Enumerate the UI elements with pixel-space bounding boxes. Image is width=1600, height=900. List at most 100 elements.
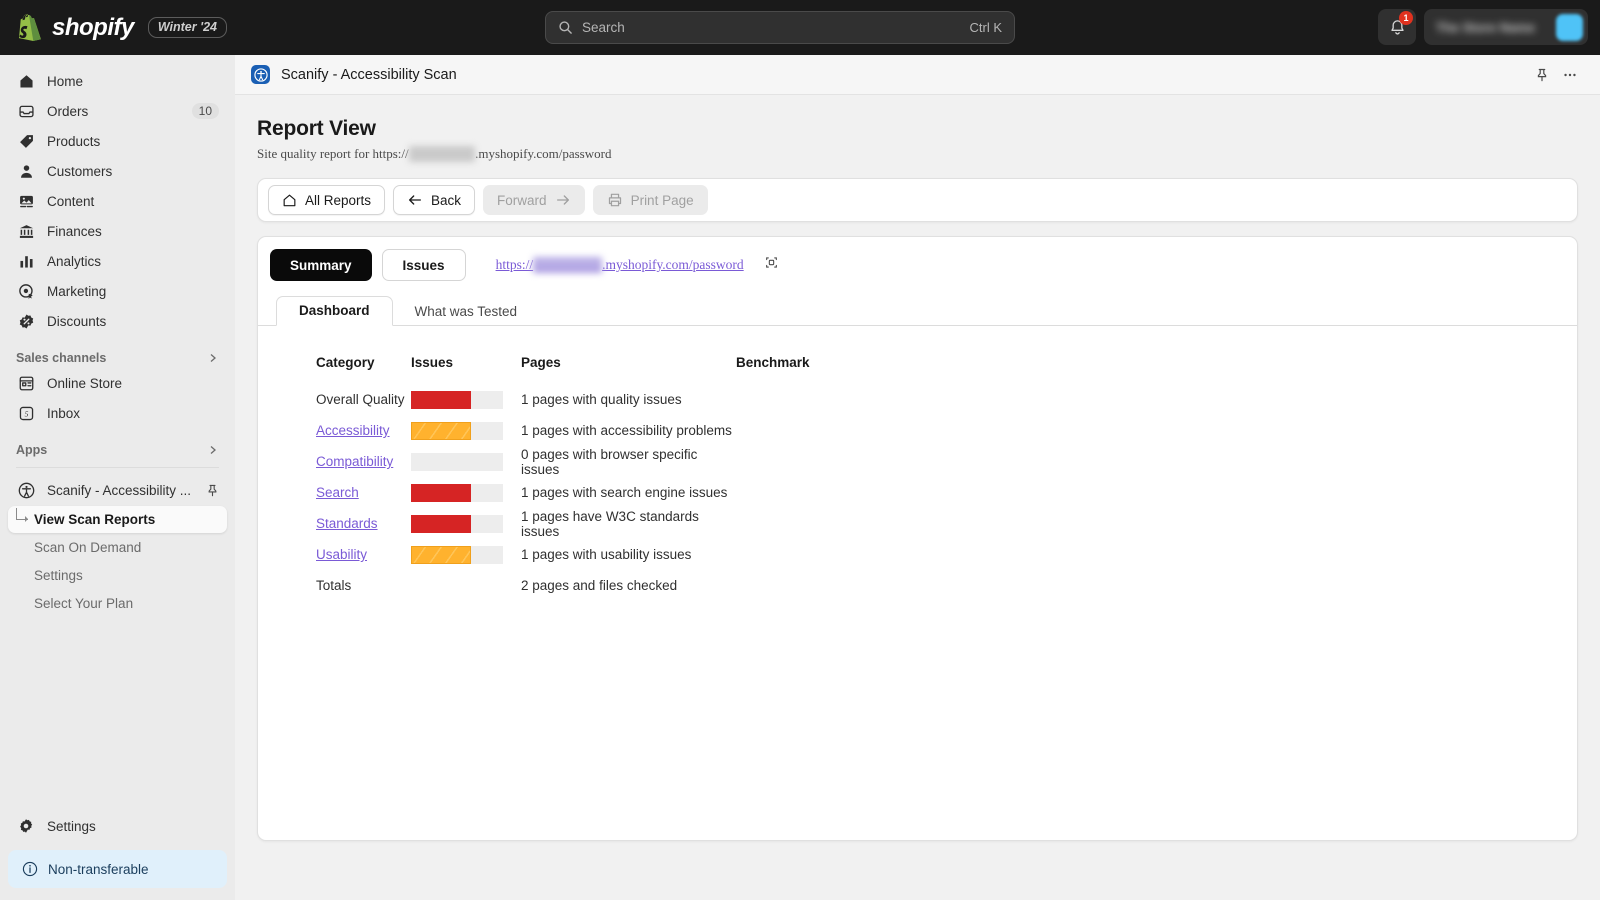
orders-icon	[16, 103, 36, 120]
search-input[interactable]: Search Ctrl K	[545, 11, 1015, 44]
sidebar-item-finances[interactable]: Finances	[8, 217, 227, 245]
sidebar-subitem-label: View Scan Reports	[34, 512, 155, 527]
dashboard-tabstrip: Dashboard What was Tested	[258, 295, 1577, 326]
sidebar-subitem-view-scan-reports[interactable]: View Scan Reports	[8, 506, 227, 533]
store-name: The Store Name	[1436, 20, 1546, 35]
sidebar-item-analytics[interactable]: Analytics	[8, 247, 227, 275]
sidebar-item-content[interactable]: Content	[8, 187, 227, 215]
forward-button[interactable]: Forward	[483, 185, 585, 215]
person-icon	[18, 163, 35, 180]
sidebar-subitem-label: Select Your Plan	[34, 596, 133, 611]
sidebar-item-orders[interactable]: Orders10	[8, 97, 227, 125]
sidebar-subitem-scan-on-demand[interactable]: Scan On Demand	[8, 534, 227, 561]
sales-channels-header[interactable]: Sales channels	[16, 351, 219, 365]
sidebar: HomeOrders10ProductsCustomersContentFina…	[0, 55, 235, 900]
sidebar-item-products[interactable]: Products	[8, 127, 227, 155]
table-row: Standards1 pages have W3C standards issu…	[316, 508, 1577, 539]
pin-app-button[interactable]	[201, 479, 223, 501]
sidebar-item-marketing[interactable]: Marketing	[8, 277, 227, 305]
table-row: Overall Quality 1 pages with quality issu…	[316, 384, 1577, 415]
accessibility-icon	[16, 482, 36, 499]
store-menu-button[interactable]: The Store Name	[1424, 9, 1588, 45]
tab-dashboard[interactable]: Dashboard	[276, 296, 393, 326]
pages-cell: 1 pages with quality issues	[521, 392, 736, 407]
scanify-app-icon	[251, 65, 270, 84]
pages-cell: 0 pages with browser specific issues	[521, 447, 736, 477]
issue-bar	[411, 515, 503, 533]
settings-label: Settings	[47, 819, 219, 834]
category-label: Overall Quality	[316, 392, 405, 407]
chevron-right-icon	[207, 352, 219, 364]
tab-what-was-tested[interactable]: What was Tested	[393, 298, 540, 326]
apps-header[interactable]: Apps	[16, 443, 219, 457]
category-link[interactable]: Standards	[316, 516, 378, 531]
category-link[interactable]: Accessibility	[316, 423, 390, 438]
sidebar-subitem-settings[interactable]: Settings	[8, 562, 227, 589]
notifications-button[interactable]: 1	[1378, 9, 1416, 45]
column-header-pages: Pages	[521, 355, 736, 370]
sidebar-subitem-select-your-plan[interactable]: Select Your Plan	[8, 590, 227, 617]
category-link[interactable]: Search	[316, 485, 359, 500]
issue-bar-fill	[411, 515, 471, 533]
url-store-blurred: storename01	[533, 257, 602, 273]
pin-app-bar-button[interactable]	[1528, 61, 1556, 89]
home-icon	[18, 73, 35, 90]
more-options-button[interactable]	[1556, 61, 1584, 89]
primary-nav: HomeOrders10ProductsCustomersContentFina…	[0, 67, 235, 335]
sidebar-item-settings[interactable]: Settings	[8, 812, 227, 840]
issue-bar	[411, 422, 503, 440]
search-placeholder: Search	[582, 20, 970, 35]
scanify-subnav: View Scan Reports Scan On Demand Settings S…	[0, 506, 235, 617]
printer-icon	[607, 192, 623, 208]
subtitle-store-blurred: storename01	[409, 146, 475, 162]
shopify-brand[interactable]: shopify Winter '24	[0, 14, 227, 42]
sidebar-item-scanify[interactable]: Scanify - Accessibility ...	[8, 476, 227, 504]
arrow-left-icon	[407, 193, 423, 207]
table-row: Usability1 pages with usability issues	[316, 539, 1577, 570]
print-page-button[interactable]: Print Page	[593, 185, 708, 215]
content-icon	[16, 193, 36, 210]
gear-icon	[16, 818, 36, 834]
bar-chart-icon	[18, 253, 35, 270]
tab-issues[interactable]: Issues	[382, 249, 466, 281]
sidebar-item-home[interactable]: Home	[8, 67, 227, 95]
store-icon	[16, 375, 36, 392]
tag-icon	[18, 133, 35, 150]
search-shortcut: Ctrl K	[970, 20, 1003, 35]
pin-icon	[206, 484, 219, 497]
issues-cell	[411, 391, 521, 409]
search-icon	[558, 20, 573, 35]
back-button[interactable]: Back	[393, 185, 475, 215]
table-header-row: Category Issues Pages Benchmark	[316, 348, 1577, 376]
sidebar-item-customers[interactable]: Customers	[8, 157, 227, 185]
table-row: Accessibility1 pages with accessibility …	[316, 415, 1577, 446]
top-bar-actions: 1 The Store Name	[1378, 9, 1588, 45]
tab-summary[interactable]: Summary	[270, 249, 372, 281]
sidebar-item-discounts[interactable]: Discounts	[8, 307, 227, 335]
bank-icon	[18, 223, 35, 240]
issues-cell	[411, 484, 521, 502]
non-transferable-banner[interactable]: Non-transferable	[8, 850, 227, 888]
bar-chart-icon	[16, 253, 36, 270]
sidebar-subitem-label: Scan On Demand	[34, 540, 141, 555]
sales-channels-label: Sales channels	[16, 351, 106, 365]
open-external-button[interactable]	[764, 255, 779, 275]
sidebar-item-inbox[interactable]: 5Inbox	[8, 399, 227, 427]
orders-icon	[18, 103, 35, 120]
notification-badge: 1	[1399, 11, 1413, 25]
sidebar-bottom: Settings Non-transferable	[0, 812, 235, 888]
store-icon	[18, 375, 35, 392]
scanned-url-link[interactable]: https:// storename01 .myshopify.com/pass…	[496, 257, 744, 273]
arrow-right-icon	[555, 193, 571, 207]
category-link[interactable]: Compatibility	[316, 454, 393, 469]
non-transferable-label: Non-transferable	[48, 862, 149, 877]
category-link[interactable]: Usability	[316, 547, 367, 562]
all-reports-label: All Reports	[305, 193, 371, 208]
panel-header: Summary Issues https:// storename01 .mys…	[258, 237, 1577, 281]
scanify-app-label: Scanify - Accessibility ...	[47, 483, 201, 498]
bank-icon	[16, 223, 36, 240]
more-horizontal-icon	[1562, 67, 1578, 83]
issue-bar-fill	[411, 546, 471, 564]
all-reports-button[interactable]: All Reports	[268, 185, 385, 215]
sidebar-item-online store[interactable]: Online Store	[8, 369, 227, 397]
